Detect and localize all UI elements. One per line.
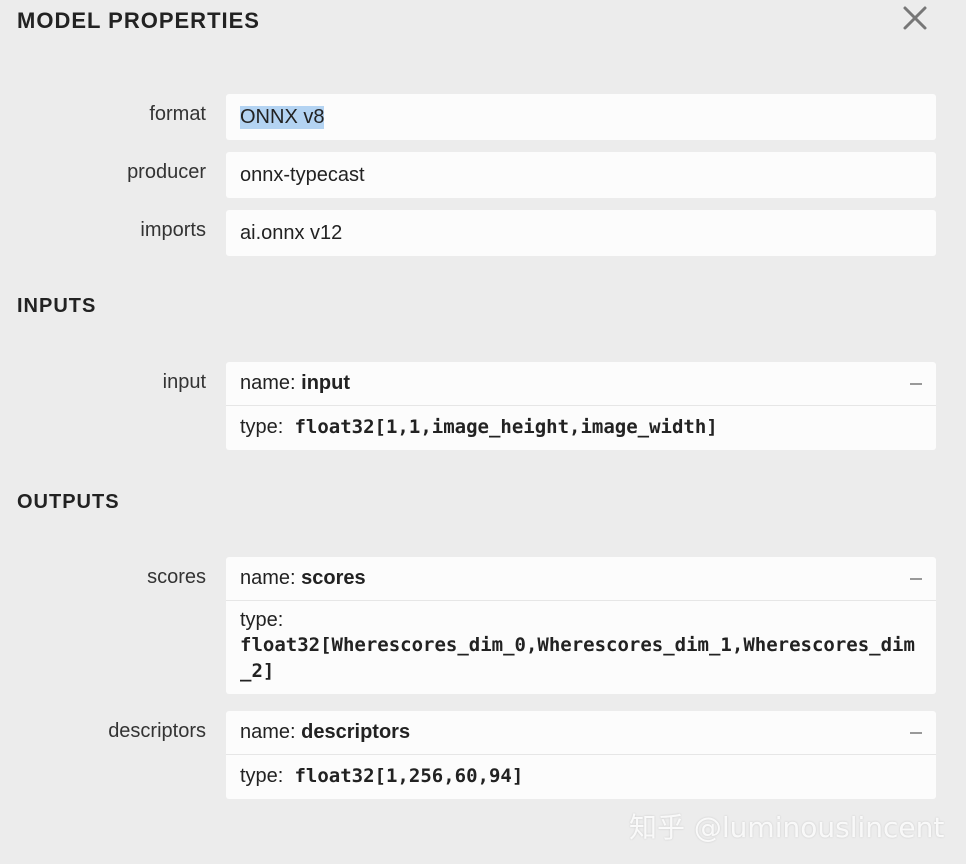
property-label-producer: producer bbox=[127, 161, 206, 183]
name-prefix: name: bbox=[240, 721, 296, 743]
property-value-imports-box: ai.onnx v12 bbox=[226, 210, 936, 256]
input-argument-box: name: input type: float32[1,1,image_heig… bbox=[226, 362, 936, 450]
property-label-format: format bbox=[149, 103, 206, 125]
scores-type-value[interactable]: float32[Wherescores_dim_0,Wherescores_di… bbox=[240, 632, 922, 684]
descriptors-type-line: type: float32[1,256,60,94] bbox=[226, 755, 936, 799]
inputs-section-title: INPUTS bbox=[17, 295, 97, 317]
collapse-minus-icon[interactable] bbox=[910, 382, 922, 385]
property-value-producer-box: onnx-typecast bbox=[226, 152, 936, 198]
property-value-format[interactable]: ONNX v8 bbox=[240, 105, 325, 129]
input-type-value[interactable]: float32[1,1,image_height,image_width] bbox=[294, 416, 717, 438]
close-button[interactable] bbox=[899, 2, 931, 34]
input-label: input bbox=[162, 371, 206, 393]
type-prefix: type: bbox=[240, 609, 284, 631]
output-label-scores: scores bbox=[147, 566, 206, 588]
scores-name-line: name: scores bbox=[226, 557, 936, 601]
scores-type-line: type: float32[Wherescores_dim_0,Wheresco… bbox=[226, 601, 936, 694]
close-icon bbox=[903, 6, 927, 30]
collapse-minus-icon[interactable] bbox=[910, 731, 922, 734]
scores-name-value[interactable]: scores bbox=[301, 567, 366, 590]
output-scores-box: name: scores type: float32[Wherescores_d… bbox=[226, 557, 936, 694]
property-value-format-box: ONNX v8 bbox=[226, 94, 936, 140]
type-prefix: type: bbox=[240, 416, 289, 438]
output-label-descriptors: descriptors bbox=[108, 720, 206, 742]
input-type-line: type: float32[1,1,image_height,image_wid… bbox=[226, 406, 936, 450]
name-prefix: name: bbox=[240, 372, 296, 394]
input-name-line: name: input bbox=[226, 362, 936, 406]
descriptors-name-value[interactable]: descriptors bbox=[301, 721, 410, 744]
output-descriptors-box: name: descriptors type: float32[1,256,60… bbox=[226, 711, 936, 799]
name-prefix: name: bbox=[240, 567, 296, 589]
watermark: 知乎 @luminouslincent bbox=[629, 811, 945, 844]
descriptors-name-line: name: descriptors bbox=[226, 711, 936, 755]
input-name-value[interactable]: input bbox=[301, 372, 350, 395]
type-prefix: type: bbox=[240, 765, 289, 787]
panel-title: MODEL PROPERTIES bbox=[17, 8, 260, 33]
descriptors-type-value[interactable]: float32[1,256,60,94] bbox=[294, 765, 523, 787]
outputs-section-title: OUTPUTS bbox=[17, 491, 120, 513]
collapse-minus-icon[interactable] bbox=[910, 577, 922, 580]
property-value-imports[interactable]: ai.onnx v12 bbox=[226, 210, 936, 256]
property-value-producer[interactable]: onnx-typecast bbox=[226, 152, 936, 198]
property-label-imports: imports bbox=[140, 219, 206, 241]
